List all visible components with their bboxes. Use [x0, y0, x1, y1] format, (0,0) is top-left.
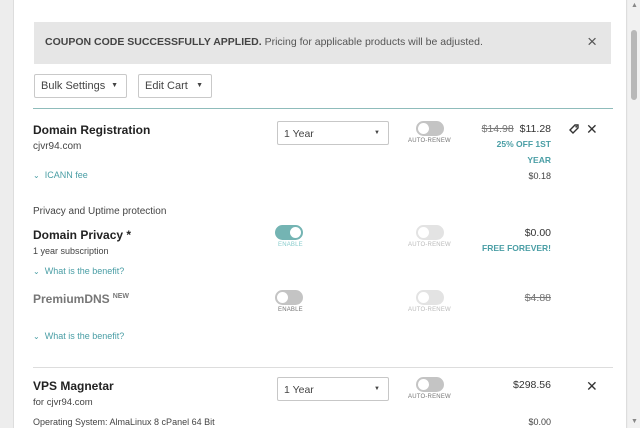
- vps-price: $298.56: [513, 379, 551, 391]
- privacy-promo: FREE FOREVER!: [482, 243, 551, 253]
- close-icon[interactable]: ✕: [586, 121, 598, 138]
- icann-label: ICANN fee: [44, 170, 88, 180]
- scroll-down-icon[interactable]: ▼: [631, 418, 638, 426]
- privacy-auto-renew-toggle[interactable]: [416, 225, 444, 240]
- auto-renew-label: AUTO-RENEW: [408, 394, 451, 400]
- domain-term-select[interactable]: 1 Year ▼: [277, 121, 389, 145]
- bulk-settings-button[interactable]: Bulk Settings ▼: [34, 74, 127, 98]
- premiumdns-enable-toggle[interactable]: [275, 290, 303, 305]
- domain-name: cjvr94.com: [33, 141, 82, 152]
- premiumdns-name: PremiumDNS: [33, 292, 110, 306]
- enable-label: ENABLE: [278, 242, 303, 248]
- scroll-up-icon[interactable]: ▲: [631, 2, 638, 10]
- term-value: 1 Year: [284, 384, 314, 396]
- domain-auto-renew-toggle[interactable]: [416, 121, 444, 136]
- icann-fee-toggle[interactable]: ⌄ ICANN fee: [33, 170, 88, 180]
- enable-label: ENABLE: [278, 307, 303, 313]
- caret-down-icon: ▼: [111, 82, 118, 89]
- scrollbar-thumb[interactable]: [631, 30, 637, 100]
- auto-renew-label: AUTO-RENEW: [408, 242, 451, 248]
- divider: [33, 108, 613, 109]
- old-price: $14.98: [481, 123, 514, 135]
- close-icon[interactable]: ✕: [586, 378, 598, 395]
- cart-page: COUPON CODE SUCCESSFULLY APPLIED. Pricin…: [13, 0, 627, 428]
- vps-for-domain: for cjvr94.com: [33, 397, 93, 408]
- chevron-down-icon: ⌄: [33, 171, 40, 180]
- icann-price: $0.18: [528, 171, 551, 181]
- domain-price: $14.98 $11.28: [479, 123, 551, 135]
- domain-privacy-title: Domain Privacy *: [33, 228, 132, 242]
- promo-line-2: YEAR: [527, 155, 551, 165]
- scrollbar[interactable]: ▲ ▼: [628, 0, 640, 428]
- domain-privacy-enable-toggle[interactable]: [275, 225, 303, 240]
- privacy-subscription: 1 year subscription: [33, 246, 109, 256]
- privacy-price: $0.00: [524, 227, 551, 239]
- benefit-link-text: What is the benefit?: [44, 331, 125, 341]
- close-icon[interactable]: ×: [587, 32, 597, 52]
- new-badge: NEW: [112, 293, 130, 300]
- term-value: 1 Year: [284, 128, 314, 140]
- chevron-down-icon: ⌄: [33, 267, 40, 276]
- premiumdns-benefit-link[interactable]: ⌄ What is the benefit?: [33, 331, 124, 341]
- domain-registration-title: Domain Registration: [33, 123, 151, 137]
- tag-icon[interactable]: [568, 123, 580, 136]
- bulk-settings-label: Bulk Settings: [41, 80, 106, 92]
- caret-down-icon: ▼: [374, 130, 380, 136]
- alert-message: COUPON CODE SUCCESSFULLY APPLIED. Pricin…: [45, 36, 483, 48]
- auto-renew-label: AUTO-RENEW: [408, 138, 451, 144]
- edit-cart-button[interactable]: Edit Cart ▼: [138, 74, 212, 98]
- edit-cart-label: Edit Cart: [145, 80, 188, 92]
- vps-term-select[interactable]: 1 Year ▼: [277, 377, 389, 401]
- benefit-link-text: What is the benefit?: [44, 266, 125, 276]
- caret-down-icon: ▼: [374, 386, 380, 392]
- vps-auto-renew-toggle[interactable]: [416, 377, 444, 392]
- premiumdns-price: $4.88: [479, 292, 551, 304]
- chevron-down-icon: ⌄: [33, 332, 40, 341]
- caret-down-icon: ▼: [196, 82, 203, 89]
- privacy-section-title: Privacy and Uptime protection: [33, 206, 167, 217]
- premiumdns-auto-renew-toggle[interactable]: [416, 290, 444, 305]
- new-price: $11.28: [519, 123, 551, 135]
- auto-renew-label: AUTO-RENEW: [408, 307, 451, 313]
- divider: [33, 367, 613, 368]
- vps-os-line: Operating System: AlmaLinux 8 cPanel 64 …: [33, 417, 215, 427]
- vps-title: VPS Magnetar: [33, 379, 114, 393]
- alert-text: Pricing for applicable products will be …: [261, 36, 483, 48]
- premiumdns-title: PremiumDNS NEW: [33, 292, 129, 306]
- privacy-benefit-link[interactable]: ⌄ What is the benefit?: [33, 266, 124, 276]
- premiumdns-old-price: $4.88: [524, 292, 551, 304]
- vps-os-price: $0.00: [528, 417, 551, 427]
- coupon-alert: COUPON CODE SUCCESSFULLY APPLIED. Pricin…: [34, 22, 611, 64]
- promo-line-1: 25% OFF 1ST: [496, 139, 551, 149]
- alert-bold-text: COUPON CODE SUCCESSFULLY APPLIED.: [45, 36, 262, 48]
